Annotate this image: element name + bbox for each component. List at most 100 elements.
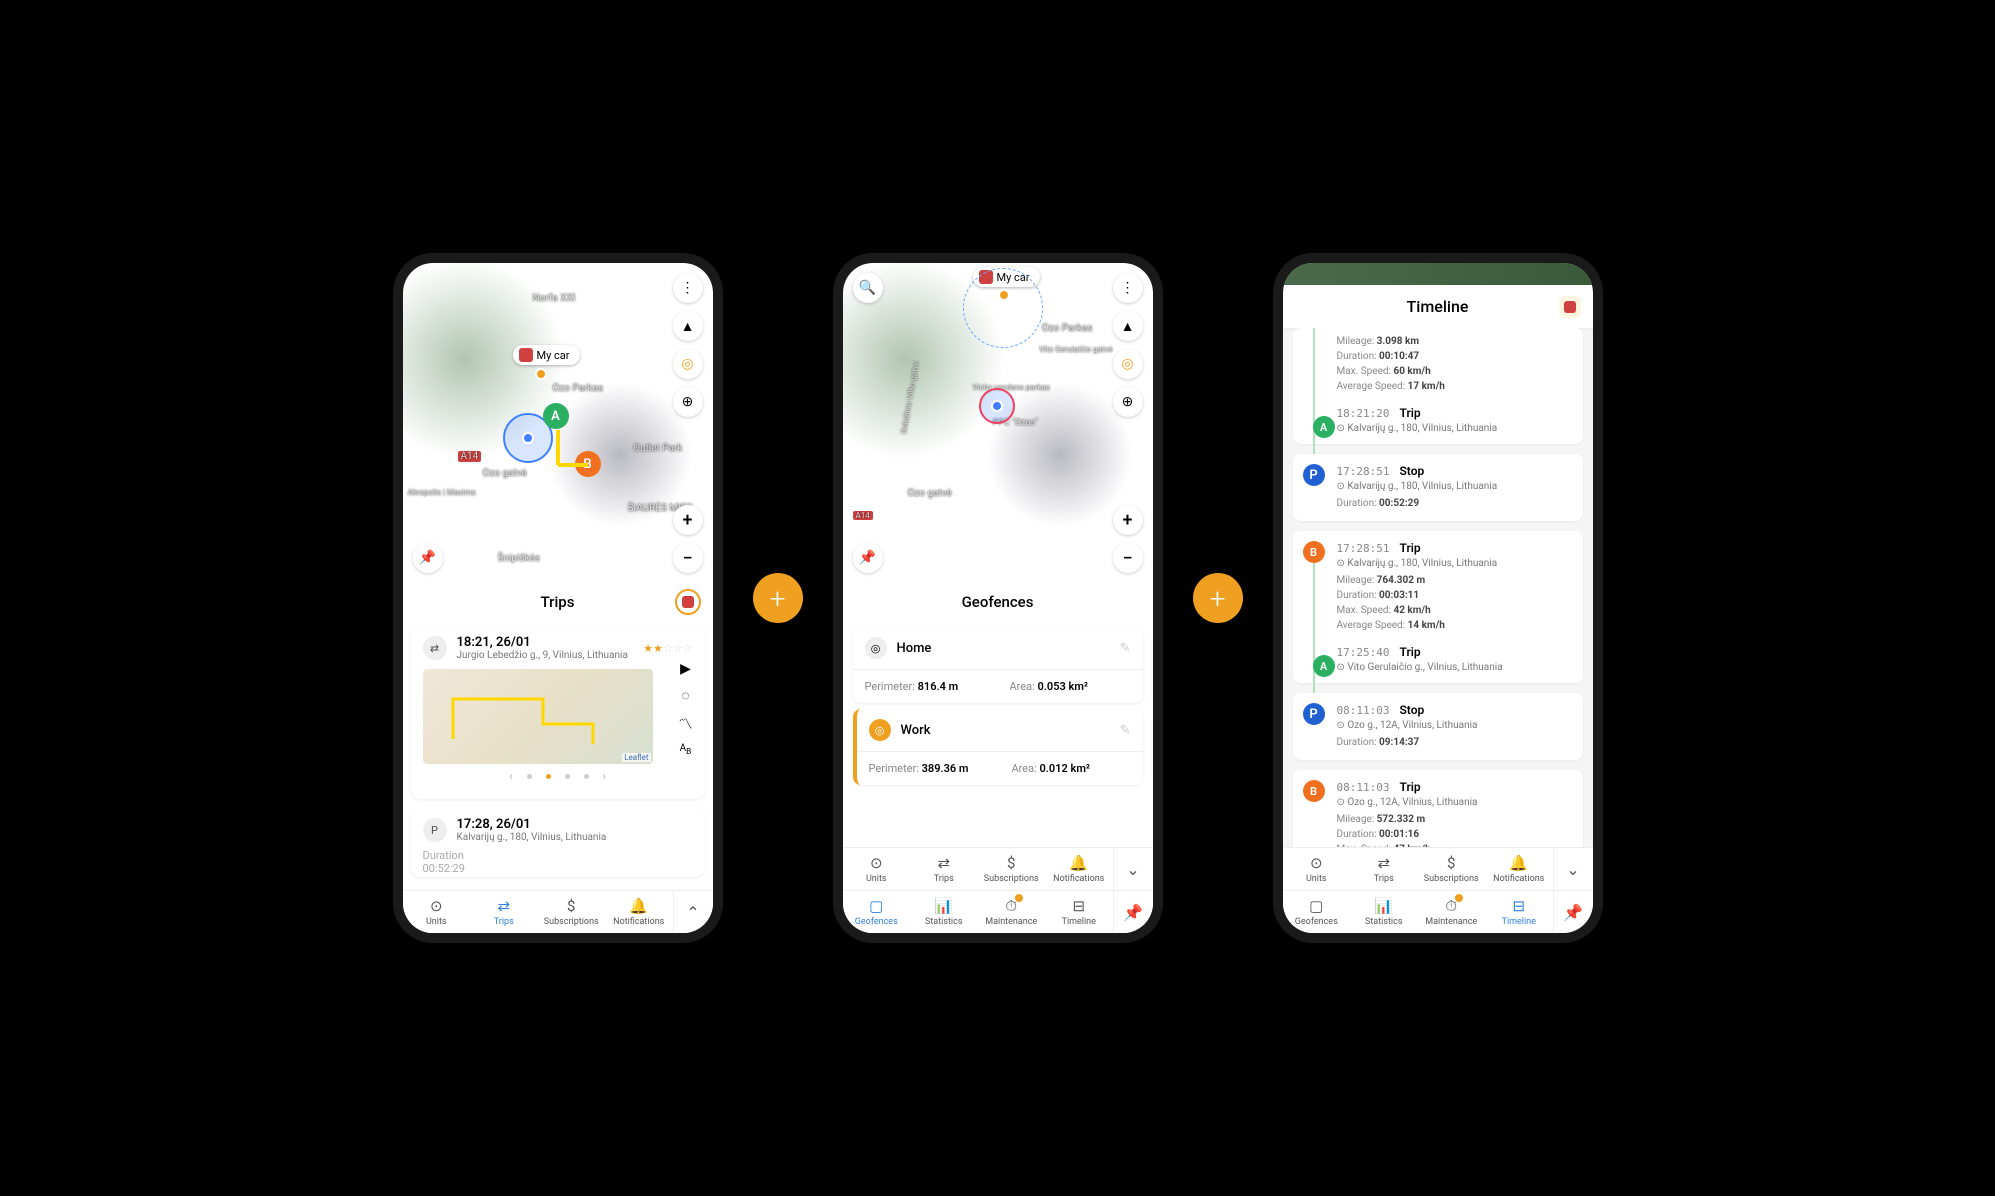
zoom-out[interactable]: −: [1113, 543, 1143, 573]
edit-icon[interactable]: ✎: [1120, 641, 1131, 656]
nav-collapse[interactable]: ⌄: [1553, 848, 1593, 890]
search-icon[interactable]: 🔍: [853, 273, 883, 303]
nav-subscriptions[interactable]: $Subscriptions: [1418, 848, 1486, 890]
event-type: Trip: [1399, 645, 1420, 659]
phone-timeline: Timeline Mileage: 3.098 km Duration: 00:…: [1273, 253, 1603, 943]
nav-notifications[interactable]: 🔔Notifications: [1045, 848, 1113, 890]
nav-trips[interactable]: ⇄Trips: [1350, 848, 1418, 890]
timeline-event[interactable]: Mileage: 3.098 km Duration: 00:10:47 Max…: [1293, 328, 1583, 444]
unit-filter-icon[interactable]: [1559, 296, 1581, 318]
event-type: Stop: [1399, 464, 1424, 478]
sheet-header: Geofences: [843, 583, 1153, 621]
timeline-header: Timeline: [1283, 285, 1593, 328]
geofence-card[interactable]: ◎ Work ✎ Perimeter: 389.36 m Area: 0.012…: [853, 709, 1143, 785]
stop-time: 17:28, 26/01: [457, 817, 607, 832]
plus-connector: +: [1193, 573, 1243, 623]
geofence-icon: ◎: [865, 637, 887, 659]
geofence-card[interactable]: ◎ Home ✎ Perimeter: 816.4 m Area: 0.053 …: [853, 627, 1143, 703]
locate-icon[interactable]: ⊕: [673, 387, 703, 417]
trip-address: Jurgio Lebedžio g., 9, Vilnius, Lithuani…: [457, 650, 628, 661]
timeline-event[interactable]: B 08:11:03Trip ⊙ Ozo g., 12A, Vilnius, L…: [1293, 770, 1583, 847]
zoom-in[interactable]: +: [673, 505, 703, 535]
plus-connector: +: [753, 573, 803, 623]
timeline-title: Timeline: [1407, 297, 1469, 316]
zoom-in[interactable]: +: [1113, 505, 1143, 535]
stop-card[interactable]: P 17:28, 26/01 Kalvarijų g., 180, Vilniu…: [411, 807, 705, 877]
timeline-event[interactable]: P 17:28:51Stop ⊙ Kalvarijų g., 180, Viln…: [1293, 454, 1583, 521]
marker-b[interactable]: B: [575, 451, 601, 477]
nav-units[interactable]: ⊙Units: [403, 891, 471, 933]
nav-timeline[interactable]: ⊟Timeline: [1485, 891, 1553, 933]
trip-map-preview[interactable]: [423, 669, 653, 764]
nav-notifications[interactable]: 🔔Notifications: [1485, 848, 1553, 890]
event-address: ⊙ Kalvarijų g., 180, Vilnius, Lithuania: [1337, 558, 1571, 569]
nav-statistics[interactable]: 📊Statistics: [910, 891, 978, 933]
nav-subscriptions[interactable]: $Subscriptions: [978, 848, 1046, 890]
event-address: ⊙ Kalvarijų g., 180, Vilnius, Lithuania: [1337, 423, 1571, 434]
timeline-event[interactable]: A 18:21:20Trip ⊙ Kalvarijų g., 180, Viln…: [1303, 406, 1571, 434]
trip-rating[interactable]: ★★☆☆☆: [643, 642, 692, 655]
event-address: ⊙ Ozo g., 12A, Vilnius, Lithuania: [1337, 720, 1571, 731]
pin-icon[interactable]: 📌: [853, 543, 883, 573]
nav-subscriptions[interactable]: $Subscriptions: [538, 891, 606, 933]
play-icon[interactable]: ▶: [680, 661, 691, 677]
ab-icon[interactable]: AB: [680, 744, 692, 756]
trip-type-icon: ⇄: [423, 636, 447, 660]
car-icon: [519, 348, 533, 362]
compass-icon[interactable]: ▲: [1113, 311, 1143, 341]
nav-geofences[interactable]: ▢Geofences: [1283, 891, 1351, 933]
menu-icon[interactable]: [855, 601, 881, 604]
timeline-event[interactable]: A 17:25:40Trip ⊙ Vito Gerulaičio g., Vil…: [1303, 645, 1571, 673]
nav-units[interactable]: ⊙Units: [1283, 848, 1351, 890]
unit-tag[interactable]: My car: [513, 345, 580, 365]
more-icon[interactable]: ⋮: [1113, 273, 1143, 303]
nav-maintenance[interactable]: ⏱Maintenance: [1418, 891, 1486, 933]
edit-icon[interactable]: ✎: [1120, 723, 1131, 738]
nav-geofences[interactable]: ▢Geofences: [843, 891, 911, 933]
nav-maintenance[interactable]: ⏱Maintenance: [978, 891, 1046, 933]
pager-next[interactable]: ›: [603, 770, 606, 783]
map[interactable]: Ozo Parkas PPC "Ozas" Vichy vandens park…: [843, 263, 1153, 583]
event-type: Trip: [1399, 406, 1420, 420]
timeline-marker: P: [1303, 464, 1325, 486]
nav-collapse[interactable]: ⌄: [1113, 848, 1153, 890]
map[interactable]: Norfa XXI Ozo Parkas Ozo gatvė Outlet Pa…: [403, 263, 713, 583]
timeline-event[interactable]: P 08:11:03Stop ⊙ Ozo g., 12A, Vilnius, L…: [1293, 693, 1583, 760]
dollar-icon: $: [567, 897, 575, 915]
geofence-circle: [979, 388, 1015, 424]
compass-icon[interactable]: ▲: [673, 311, 703, 341]
pin-drop-icon: ⊙: [430, 897, 443, 915]
nav-pin[interactable]: 📌: [1113, 891, 1153, 933]
layers-icon[interactable]: ◎: [673, 349, 703, 379]
nav-trips[interactable]: ⇄Trips: [910, 848, 978, 890]
trip-time: 18:21, 26/01: [457, 635, 628, 650]
nav-notifications[interactable]: 🔔Notifications: [605, 891, 673, 933]
layers-icon[interactable]: ◎: [1113, 349, 1143, 379]
pin-icon[interactable]: 📌: [413, 543, 443, 573]
trip-card[interactable]: ⇄ 18:21, 26/01 Jurgio Lebedžio g., 9, Vi…: [411, 625, 705, 799]
zoom-out[interactable]: −: [673, 543, 703, 573]
marker-a[interactable]: A: [543, 403, 569, 429]
timeline-event[interactable]: B 17:28:51Trip ⊙ Kalvarijų g., 180, Viln…: [1293, 531, 1583, 683]
nav-units[interactable]: ⊙Units: [843, 848, 911, 890]
chart-icon[interactable]: 〽: [679, 714, 693, 734]
nav-timeline[interactable]: ⊟Timeline: [1045, 891, 1113, 933]
nav-statistics[interactable]: 📊Statistics: [1350, 891, 1418, 933]
event-address: ⊙ Kalvarijų g., 180, Vilnius, Lithuania: [1337, 481, 1571, 492]
locate-icon[interactable]: ⊕: [1113, 387, 1143, 417]
nav-trips[interactable]: ⇄Trips: [470, 891, 538, 933]
car-icon: [979, 270, 993, 284]
more-icon[interactable]: ⋮: [673, 273, 703, 303]
nav-pin[interactable]: 📌: [1553, 891, 1593, 933]
unit-dot: [535, 368, 547, 380]
nav-expand[interactable]: ⌃: [673, 891, 713, 933]
pager-prev[interactable]: ‹: [509, 770, 512, 783]
unit-tag[interactable]: My car: [973, 267, 1040, 287]
event-type: Stop: [1399, 703, 1424, 717]
timeline-body[interactable]: Mileage: 3.098 km Duration: 00:10:47 Max…: [1283, 328, 1593, 847]
event-time: 17:28:51: [1337, 542, 1390, 555]
unit-filter-icon[interactable]: [675, 589, 701, 615]
route-icon[interactable]: ◌: [681, 687, 689, 704]
current-location: [503, 413, 553, 463]
map-strip: [1283, 263, 1593, 285]
